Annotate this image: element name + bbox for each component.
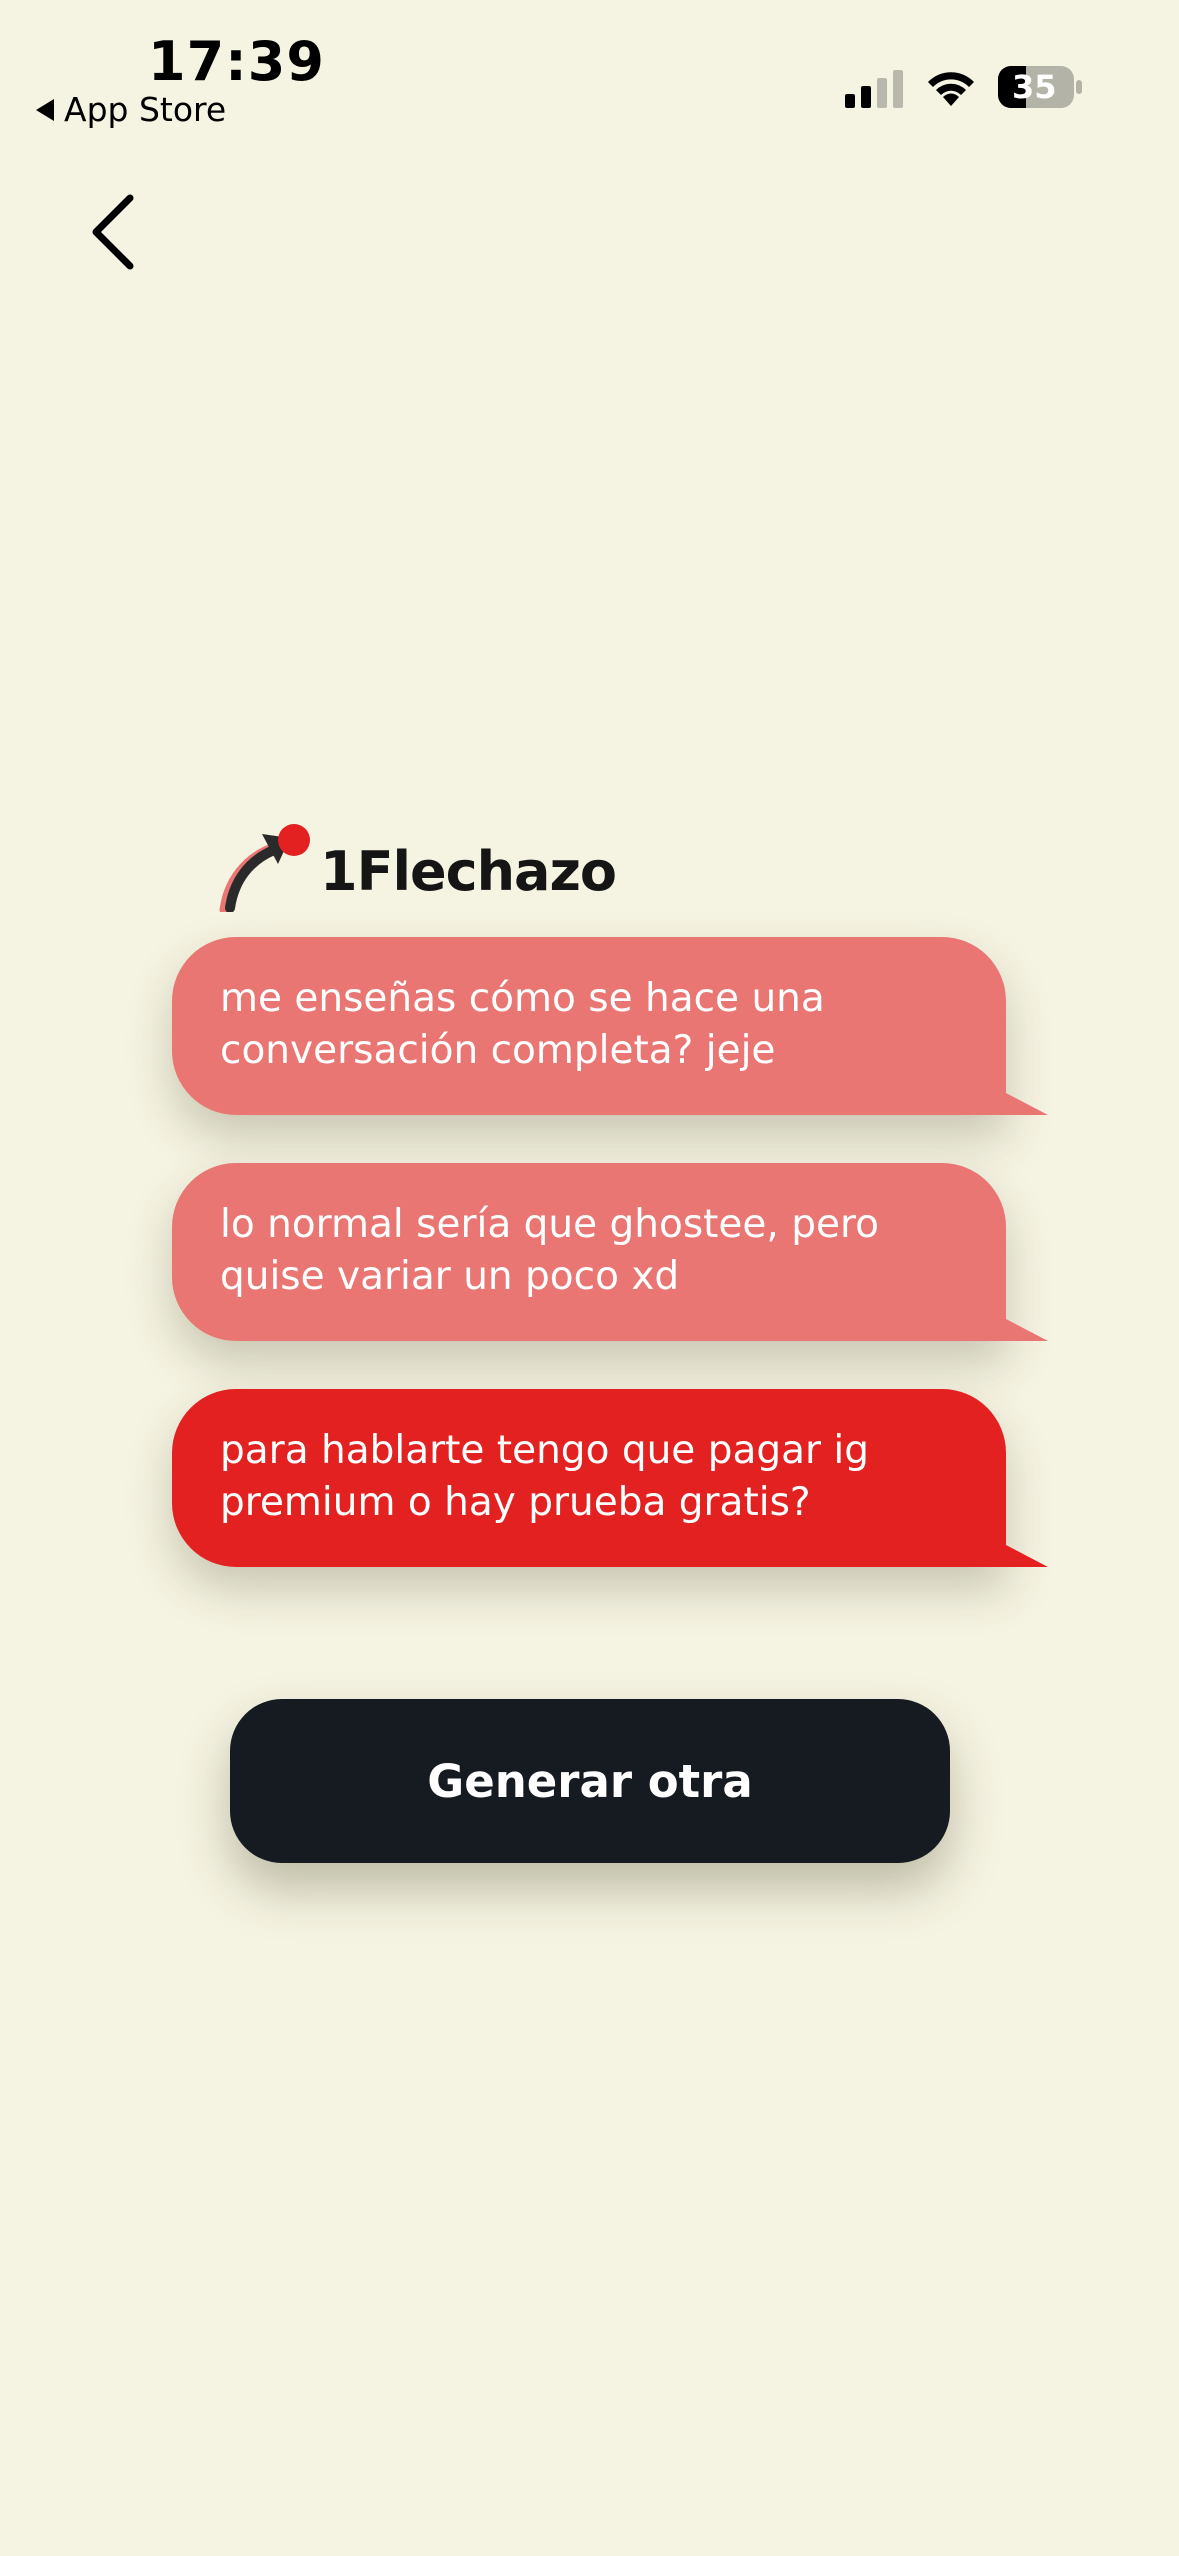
battery-icon: 35	[998, 66, 1082, 108]
cellular-signal-icon	[845, 70, 903, 108]
wifi-icon	[928, 72, 974, 106]
chevron-left-icon[interactable]	[88, 192, 140, 272]
back-to-app-label: App Store	[64, 90, 227, 129]
brand-name: 1Flechazo	[320, 839, 617, 903]
message-text: me enseñas cómo se hace una conversación…	[220, 976, 825, 1073]
generate-another-button[interactable]: Generar otra	[230, 1699, 950, 1863]
brand-logo: 1Flechazo	[216, 820, 617, 912]
message-text: lo normal sería que ghostee, pero quise …	[220, 1202, 880, 1299]
back-triangle-icon	[36, 98, 54, 121]
message-text: para hablarte tengo que pagar ig premium…	[220, 1428, 870, 1525]
message-bubble[interactable]: lo normal sería que ghostee, pero quise …	[172, 1163, 1048, 1341]
message-bubble[interactable]: me enseñas cómo se hace una conversación…	[172, 937, 1048, 1115]
message-bubble-selected[interactable]: para hablarte tengo que pagar ig premium…	[172, 1389, 1048, 1567]
generate-button-label: Generar otra	[427, 1754, 753, 1808]
battery-level: 35	[1012, 68, 1057, 106]
status-time: 17:39	[148, 30, 325, 93]
arrow-logo-icon	[219, 824, 310, 912]
back-to-app-store[interactable]: App Store	[36, 90, 226, 129]
